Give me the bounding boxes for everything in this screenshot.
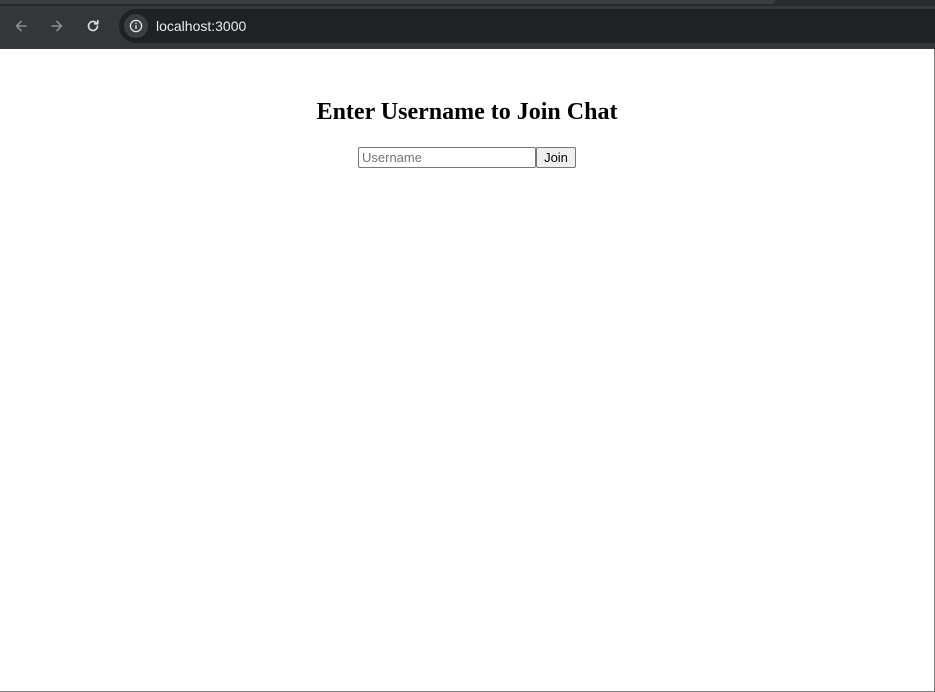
info-icon	[129, 19, 143, 33]
browser-toolbar: localhost:3000	[0, 6, 935, 49]
reload-button[interactable]	[79, 12, 107, 40]
site-info-button[interactable]	[124, 14, 148, 38]
back-button[interactable]	[7, 12, 35, 40]
page-title: Enter Username to Join Chat	[316, 99, 618, 125]
page-content: Enter Username to Join Chat Join	[0, 49, 935, 692]
forward-button[interactable]	[43, 12, 71, 40]
join-button[interactable]: Join	[536, 147, 576, 168]
username-input[interactable]	[358, 147, 536, 168]
reload-icon	[87, 19, 99, 32]
address-bar[interactable]: localhost:3000	[119, 9, 935, 43]
url-text[interactable]: localhost:3000	[156, 9, 246, 43]
arrow-right-icon	[51, 20, 63, 32]
browser-chrome: localhost:3000	[0, 0, 935, 49]
arrow-left-icon	[15, 20, 27, 32]
join-form: Join	[0, 147, 934, 168]
